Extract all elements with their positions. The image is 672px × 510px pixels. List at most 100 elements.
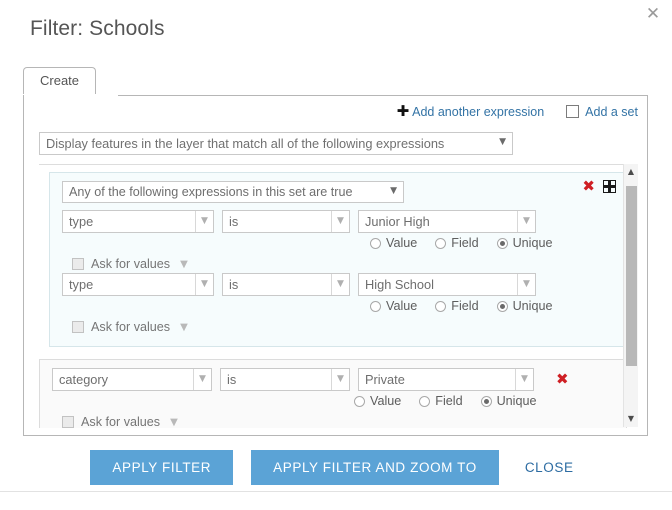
expression-row: type ▼ is ▼ Junior High ▼	[50, 210, 626, 273]
expression-value-select[interactable]: Junior High ▼	[358, 210, 536, 233]
radio-dot-icon	[497, 238, 508, 249]
add-another-expression-label: Add another expression	[412, 105, 544, 119]
display-features-select[interactable]: Display features in the layer that match…	[39, 132, 513, 155]
close-button[interactable]: CLOSE	[517, 450, 582, 485]
radio-dot-icon	[435, 301, 446, 312]
ask-for-values-row: Ask for values ▼	[40, 415, 626, 428]
panel-toolbar: ✚ Add another expression Add a set	[397, 104, 638, 119]
chevron-down-icon: ▼	[195, 274, 213, 295]
display-features-value: Display features in the layer that match…	[46, 136, 444, 151]
radio-field-label: Field	[451, 299, 478, 313]
expression-field-select[interactable]: category ▼	[52, 368, 212, 391]
add-expression-to-set-icon[interactable]	[603, 180, 616, 193]
set-condition-value: Any of the following expressions in this…	[69, 185, 353, 199]
remove-set-icon[interactable]: ✖	[582, 179, 595, 194]
radio-dot-icon	[354, 396, 365, 407]
radio-unique[interactable]: Unique	[497, 236, 553, 250]
ask-for-values-label: Ask for values	[81, 415, 160, 428]
ask-for-values-row: Ask for values ▼	[50, 257, 626, 271]
radio-value-label: Value	[386, 299, 417, 313]
radio-field-label: Field	[435, 394, 462, 408]
expression-field-value: type	[69, 277, 93, 292]
expression-block: category ▼ is ▼ Private ▼ ✖	[39, 359, 627, 428]
chevron-down-icon[interactable]: ▼	[180, 259, 188, 270]
chevron-down-icon: ▼	[331, 211, 349, 232]
expression-value: Junior High	[365, 214, 430, 229]
expression-operator-value: is	[229, 214, 238, 229]
dialog-footer: APPLY FILTER APPLY FILTER AND ZOOM TO CL…	[0, 443, 672, 491]
add-a-set-label: Add a set	[585, 105, 638, 119]
chevron-down-icon: ▼	[390, 186, 397, 196]
radio-value-label: Value	[386, 236, 417, 250]
chevron-down-icon[interactable]: ▼	[180, 322, 188, 333]
close-icon[interactable]: ✕	[643, 4, 663, 24]
expressions-scrollbar[interactable]: ▲ ▼	[623, 164, 638, 427]
radio-value-label: Value	[370, 394, 401, 408]
expression-field-select[interactable]: type ▼	[62, 210, 214, 233]
ask-for-values-row: Ask for values ▼	[50, 320, 626, 334]
radio-dot-icon	[370, 301, 381, 312]
chevron-down-icon: ▼	[499, 137, 506, 147]
add-a-set-button[interactable]: Add a set	[566, 105, 638, 119]
expression-operator-select[interactable]: is ▼	[220, 368, 350, 391]
set-box-icon	[566, 105, 579, 118]
ask-for-values-checkbox[interactable]	[62, 416, 74, 428]
filter-panel: ✚ Add another expression Add a set Displ…	[23, 95, 648, 436]
scroll-down-icon[interactable]: ▼	[624, 411, 638, 427]
expression-field-value: category	[59, 372, 108, 387]
radio-unique-label: Unique	[513, 236, 553, 250]
expression-value-select[interactable]: Private ▼	[358, 368, 534, 391]
expression-field-value: type	[69, 214, 93, 229]
expression-operator-select[interactable]: is ▼	[222, 273, 350, 296]
expression-operator-select[interactable]: is ▼	[222, 210, 350, 233]
radio-unique-label: Unique	[513, 299, 553, 313]
radio-value[interactable]: Value	[354, 394, 401, 408]
radio-dot-icon	[419, 396, 430, 407]
plus-icon: ✚	[397, 104, 410, 119]
tab-merge-strip	[24, 94, 118, 97]
expression-field-select[interactable]: type ▼	[62, 273, 214, 296]
radio-field-label: Field	[451, 236, 478, 250]
ask-for-values-label: Ask for values	[91, 257, 170, 271]
expression-value: High School	[365, 277, 434, 292]
chevron-down-icon: ▼	[517, 274, 535, 295]
radio-unique-label: Unique	[497, 394, 537, 408]
scrollbar-thumb[interactable]	[626, 186, 637, 366]
value-source-radio-group: Value Field Unique	[50, 299, 626, 313]
radio-field[interactable]: Field	[435, 236, 478, 250]
remove-expression-icon[interactable]: ✖	[556, 368, 569, 391]
apply-filter-button[interactable]: APPLY FILTER	[90, 450, 233, 485]
radio-value[interactable]: Value	[370, 236, 417, 250]
radio-value[interactable]: Value	[370, 299, 417, 313]
radio-field[interactable]: Field	[419, 394, 462, 408]
set-actions: ✖	[582, 179, 616, 194]
expression-operator-value: is	[227, 372, 236, 387]
radio-dot-icon	[497, 301, 508, 312]
scroll-up-icon[interactable]: ▲	[624, 164, 638, 180]
value-source-radio-group: Value Field Unique	[40, 394, 626, 408]
chevron-down-icon: ▼	[517, 211, 535, 232]
tab-strip: Create	[23, 67, 96, 95]
ask-for-values-checkbox[interactable]	[72, 321, 84, 333]
chevron-down-icon: ▼	[193, 369, 211, 390]
expression-value-select[interactable]: High School ▼	[358, 273, 536, 296]
chevron-down-icon: ▼	[515, 369, 533, 390]
tab-create[interactable]: Create	[23, 67, 96, 94]
add-another-expression-button[interactable]: ✚ Add another expression	[397, 104, 545, 119]
page-title: Filter: Schools	[30, 17, 165, 41]
radio-unique[interactable]: Unique	[497, 299, 553, 313]
radio-field[interactable]: Field	[435, 299, 478, 313]
set-condition-select[interactable]: Any of the following expressions in this…	[62, 181, 404, 203]
chevron-down-icon: ▼	[195, 211, 213, 232]
apply-filter-and-zoom-to-button[interactable]: APPLY FILTER AND ZOOM TO	[251, 450, 499, 485]
chevron-down-icon: ▼	[331, 274, 349, 295]
ask-for-values-checkbox[interactable]	[72, 258, 84, 270]
chevron-down-icon[interactable]: ▼	[170, 417, 178, 428]
radio-unique[interactable]: Unique	[481, 394, 537, 408]
expression-row: type ▼ is ▼ High School ▼	[50, 273, 626, 336]
radio-dot-icon	[370, 238, 381, 249]
radio-dot-icon	[481, 396, 492, 407]
chevron-down-icon: ▼	[331, 369, 349, 390]
value-source-radio-group: Value Field Unique	[50, 236, 626, 250]
expression-operator-value: is	[229, 277, 238, 292]
